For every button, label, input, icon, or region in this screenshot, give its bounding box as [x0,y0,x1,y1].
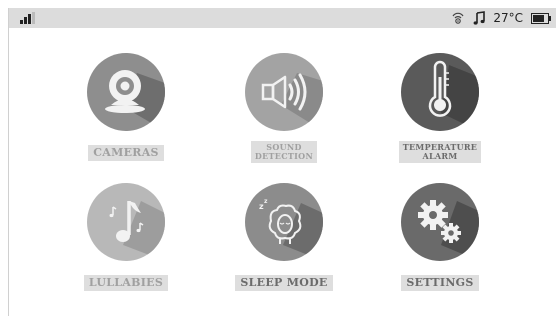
sleeping-sheep-icon: z z [259,198,323,261]
signal-bars-icon [20,12,35,24]
battery-icon [531,12,551,24]
camera-icon [105,70,165,131]
status-indicators: 27°C [451,10,551,26]
settings-icon-circle[interactable] [401,183,479,261]
svg-text:z: z [264,198,268,205]
sleep-mode-label: SLEEP MODE [235,275,333,291]
music-note-icon [473,11,486,25]
thermometer-icon [428,60,479,131]
gears-icon [418,200,479,261]
lullabies-label: LULLABIES [83,275,169,291]
screen: 27°C CAMERAS SOUND DETECTION TEMPERATURE… [8,8,556,316]
cameras-label: CAMERAS [88,145,164,161]
temperature-readout: 27°C [493,11,523,25]
sleep-mode-icon-circle[interactable]: z z [245,183,323,261]
temperature-alarm-icon-circle[interactable] [401,53,479,131]
temperature-alarm-label: TEMPERATURE ALARM [398,141,482,163]
cameras-icon-circle[interactable] [87,53,165,131]
status-bar: 27°C [9,8,556,28]
lullabies-icon-circle[interactable] [87,183,165,261]
settings-label: SETTINGS [401,275,479,291]
sound-detection-icon-circle[interactable] [245,53,323,131]
camera-signal-icon [452,12,464,24]
sound-detection-label: SOUND DETECTION [250,141,318,163]
music-note-icon [109,201,165,261]
speaker-icon [261,73,323,131]
